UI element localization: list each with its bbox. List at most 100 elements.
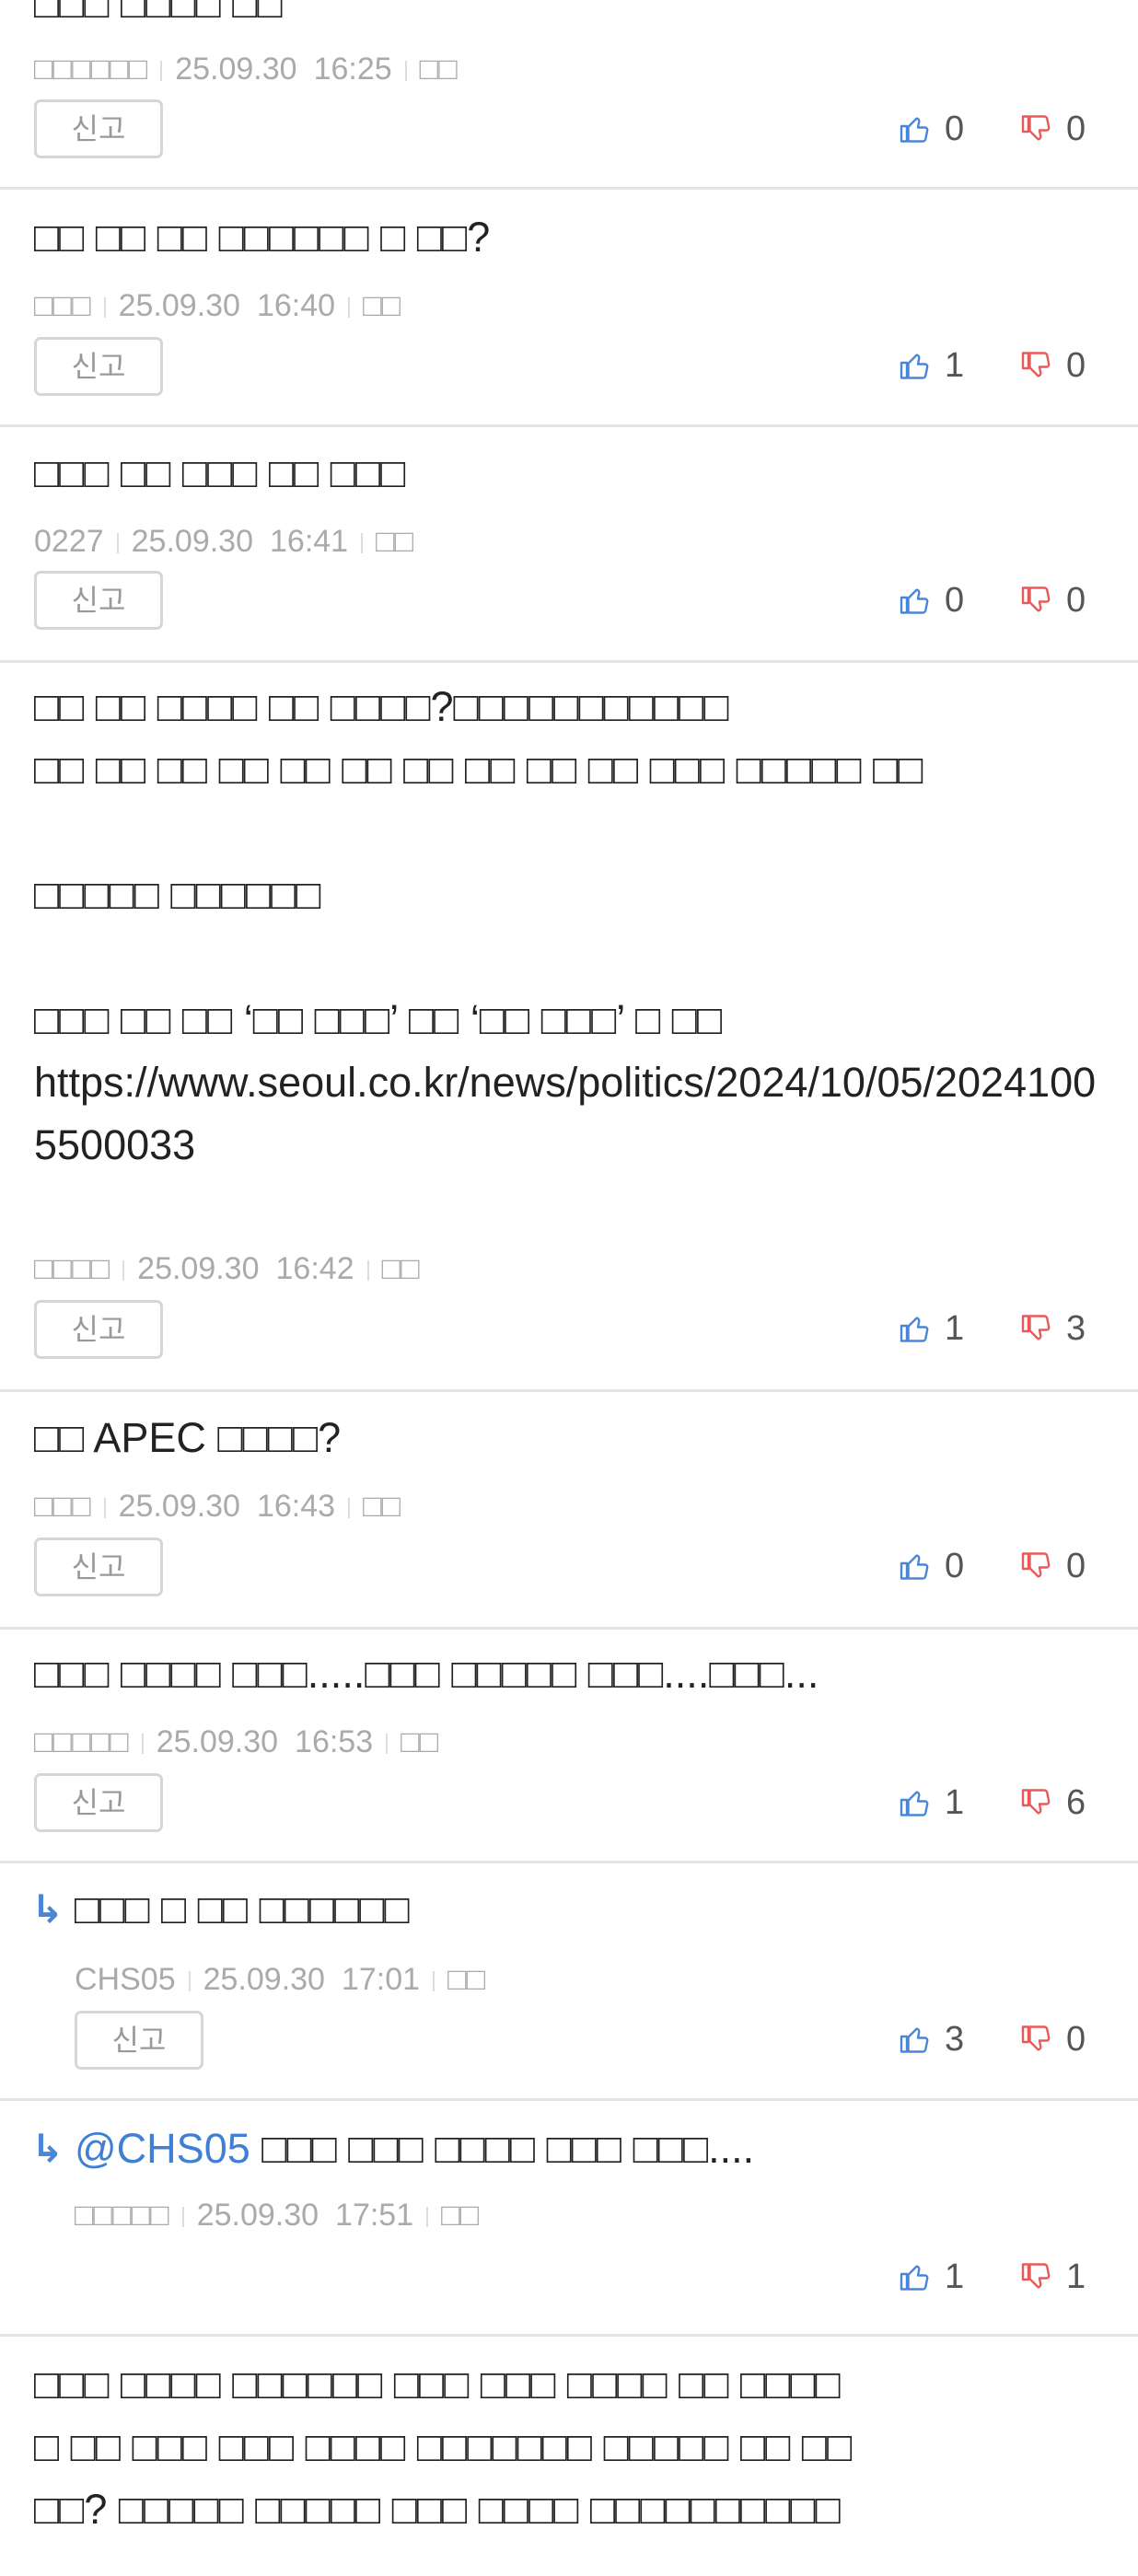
comment-date: 25.09.30 [118,288,240,323]
meta-divider [433,1971,435,1992]
comment-meta: □□□ 25.09.30 16:40 □□ [34,287,401,324]
comment-action[interactable]: □□ [363,1489,401,1524]
comment-date: 25.09.30 [156,1724,279,1759]
comment-date: 25.09.30 [131,524,253,559]
comment-meta: □□□ 25.09.30 16:43 □□ [34,1488,401,1525]
meta-divider [188,1971,191,1992]
comment-date: 25.09.30 [118,1489,240,1524]
comment-action[interactable]: □□ [401,1724,438,1759]
reply-body: □□□ □□□ □□□□ □□□ □□□.... [261,2125,755,2172]
thumbs-down-icon [1021,586,1051,612]
comment-item: □□ □□ □□□□ □□ □□□□?□□□□□□□□□□□ □□ □□ □□ … [0,663,1138,1392]
thumbs-down-icon [1021,1552,1051,1578]
like-button[interactable]: 1 [899,1780,964,1826]
dislike-count: 6 [1066,1782,1086,1822]
comment-author: □□□□□ [75,2198,169,2233]
comment-author: □□□□□□ [34,52,148,87]
like-button[interactable]: 0 [899,106,964,152]
comment-time: 16:25 [313,52,392,87]
like-count: 1 [945,1308,965,1348]
comment-action[interactable]: □□ [420,52,458,87]
comment-item: □□□ □□□□ □□ □□□□□□ 25.09.30 16:25 □□ 신고 0 0 [0,0,1138,190]
dislike-button[interactable]: 0 [1020,342,1086,389]
dislike-button[interactable]: 0 [1020,106,1086,152]
comment-time: 16:43 [256,1489,336,1524]
comment-time: 16:41 [270,524,349,559]
dislike-button[interactable]: 0 [1020,577,1086,623]
comment-date: 25.09.30 [175,52,297,87]
comment-time: 16:42 [275,1251,354,1286]
thumbs-down-icon [1021,352,1051,377]
comment-text: □□ □□ □□ □□□□□□ □ □□? [34,214,491,261]
meta-divider [116,533,119,554]
dislike-button[interactable]: 0 [1020,1543,1086,1589]
reply-body: □□□ □ □□ □□□□□□ [75,1886,410,1932]
reply-arrow-icon: ↳ [31,2127,64,2170]
report-button[interactable]: 신고 [75,2011,203,2070]
thumbs-up-icon [900,354,929,379]
report-button[interactable]: 신고 [34,571,163,630]
reply-item: ↳ @CHS05 □□□ □□□ □□□□ □□□ □□□.... □□□□□ 2… [0,2101,1138,2337]
dislike-button[interactable]: 6 [1020,1780,1086,1826]
comment-text: □□□ □□□□ □□□.....□□□ □□□□□ □□□....□□□... [34,1650,819,1697]
thumbs-up-icon [900,117,929,143]
comment-author: □□□ [34,1489,91,1524]
comment-text: □□□ □□ □□□ □□ □□□ [34,449,406,496]
like-count: 3 [945,2019,965,2059]
meta-divider [361,533,364,554]
like-button[interactable]: 1 [899,2254,964,2300]
report-button[interactable]: 신고 [34,1537,163,1596]
like-button[interactable]: 1 [899,342,964,389]
comment-meta: 0227 25.09.30 16:41 □□ [34,523,413,560]
meta-divider [348,1498,351,1519]
meta-divider [348,297,351,319]
comment-action[interactable]: □□ [382,1251,420,1286]
comment-item: □□□ □□□□ □□□.....□□□ □□□□□ □□□....□□□...… [0,1630,1138,1863]
comment-time: 17:01 [341,1962,421,1997]
report-button[interactable]: 신고 [34,1300,163,1359]
thumbs-up-icon [900,2027,929,2053]
report-button[interactable]: 신고 [34,99,163,158]
comment-action[interactable]: □□ [441,2198,479,2233]
comment-text: □□□ □□□□ □□ [34,0,283,27]
thumbs-up-icon [900,1317,929,1342]
like-count: 0 [945,580,965,620]
report-button[interactable]: 신고 [34,1773,163,1832]
thumbs-down-icon [1021,2263,1051,2289]
mention-link[interactable]: @CHS05 [75,2125,250,2172]
meta-divider [141,1734,144,1755]
like-button[interactable]: 3 [899,2016,964,2062]
report-button[interactable]: 신고 [34,337,163,396]
like-button[interactable]: 1 [899,1305,964,1352]
meta-divider [386,1734,389,1755]
dislike-button[interactable]: 3 [1020,1305,1086,1352]
comment-date: 25.09.30 [196,2198,319,2233]
comment-meta: □□□□□ 25.09.30 17:51 □□ [75,2197,479,2234]
thumbs-up-icon [900,588,929,614]
comment-text: □□□ □□□□ □□□□□□ □□□ □□□ □□□□ □□ □□□□ □ □… [34,2361,853,2533]
dislike-count: 0 [1066,2019,1086,2059]
comment-date: 25.09.30 [203,1962,325,1997]
dislike-count: 0 [1066,580,1086,620]
comment-author: □□□ [34,288,91,323]
like-count: 1 [945,1782,965,1822]
dislike-button[interactable]: 1 [1020,2254,1086,2300]
comment-action[interactable]: □□ [376,524,413,559]
comment-time: 16:53 [295,1724,374,1759]
comment-action[interactable]: □□ [363,288,401,323]
comment-meta: □□□□□□ 25.09.30 16:25 □□ [34,51,458,87]
reply-arrow-icon: ↳ [31,1887,64,1931]
thumbs-down-icon [1021,115,1051,141]
comment-text: □□ APEC □□□□? [34,1414,342,1461]
comment-meta: □□□□ 25.09.30 16:42 □□ [34,1250,420,1287]
meta-divider [366,1260,369,1282]
meta-divider [426,2207,429,2228]
like-button[interactable]: 0 [899,1543,964,1589]
meta-divider [103,297,106,319]
comment-item: □□ APEC □□□□? □□□ 25.09.30 16:43 □□ 신고 0 0 [0,1392,1138,1630]
dislike-button[interactable]: 0 [1020,2016,1086,2062]
comment-meta: □□□□□ 25.09.30 16:53 □□ [34,1723,438,1760]
comment-action[interactable]: □□ [447,1962,485,1997]
meta-divider [122,1260,125,1282]
like-button[interactable]: 0 [899,577,964,623]
